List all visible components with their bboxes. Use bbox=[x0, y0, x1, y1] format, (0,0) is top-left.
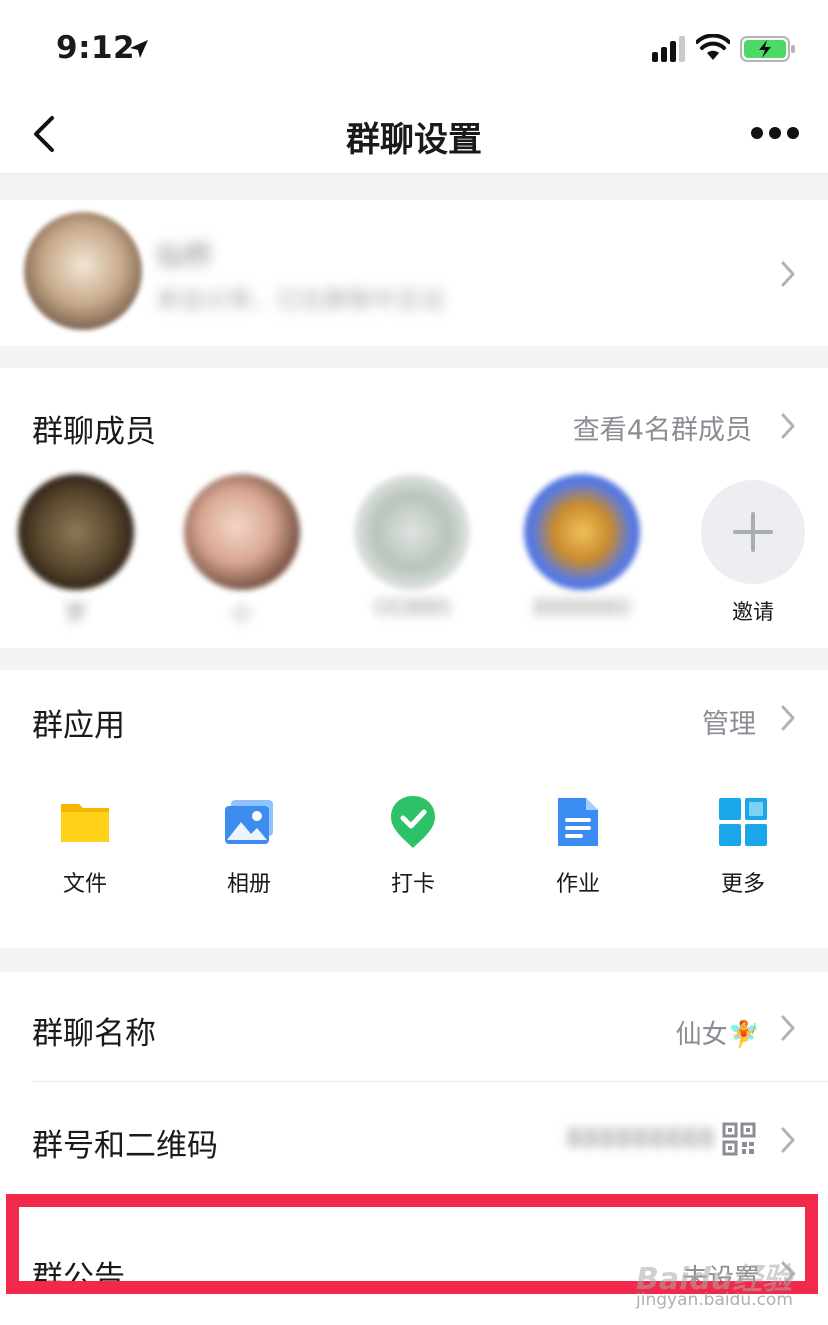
members-title: 群聊成员 bbox=[32, 414, 156, 450]
app-file[interactable]: 文件 bbox=[30, 794, 140, 898]
group-name-row[interactable]: 群聊名称 仙女🧚 bbox=[0, 972, 828, 1082]
cellular-signal-icon bbox=[652, 36, 685, 62]
location-arrow-icon bbox=[130, 40, 148, 58]
app-label: 文件 bbox=[62, 872, 107, 897]
check-in-icon bbox=[391, 796, 435, 848]
manage-apps-link[interactable]: 管理 bbox=[702, 702, 756, 741]
chevron-right-icon bbox=[781, 261, 795, 287]
group-avatar bbox=[24, 212, 142, 330]
app-album[interactable]: 相册 bbox=[194, 794, 304, 898]
more-apps-icon bbox=[719, 798, 767, 846]
apps-title: 群应用 bbox=[32, 708, 125, 744]
member-name: 梦 bbox=[64, 602, 87, 624]
chevron-right-icon bbox=[781, 1127, 795, 1153]
member-item[interactable]: 梦 bbox=[16, 474, 136, 624]
group-name-label: 群聊名称 bbox=[32, 1016, 156, 1052]
chevron-right-icon[interactable] bbox=[780, 412, 796, 440]
member-avatar bbox=[184, 474, 300, 590]
page-title: 群聊设置 bbox=[346, 120, 482, 160]
watermark-url: jingyan.baidu.com bbox=[636, 1290, 793, 1310]
member-avatar bbox=[18, 474, 134, 590]
app-label: 更多 bbox=[720, 872, 765, 897]
view-members-link[interactable]: 查看4名群成员 bbox=[573, 408, 752, 447]
photo-album-icon bbox=[225, 800, 273, 844]
member-item[interactable]: OO880 bbox=[352, 474, 472, 624]
status-time: 9:12 bbox=[56, 30, 136, 66]
app-homework[interactable]: 作业 bbox=[523, 794, 633, 898]
folder-icon bbox=[61, 804, 109, 842]
nav-bar: 群聊设置 bbox=[0, 98, 828, 174]
member-name: 8888880 bbox=[533, 596, 631, 621]
chevron-right-icon[interactable] bbox=[780, 704, 796, 732]
app-label: 相册 bbox=[226, 872, 271, 897]
group-id-label: 群号和二维码 bbox=[32, 1128, 218, 1164]
add-icon bbox=[701, 480, 805, 584]
qr-code-icon bbox=[722, 1122, 756, 1156]
app-more[interactable]: 更多 bbox=[688, 794, 798, 898]
member-name: OO880 bbox=[373, 596, 451, 621]
chevron-right-icon bbox=[781, 1015, 795, 1041]
status-bar: 9:12 bbox=[0, 0, 828, 98]
member-name: 小 bbox=[230, 602, 253, 624]
group-name-value: 仙女🧚 bbox=[675, 1020, 760, 1050]
divider bbox=[32, 1081, 828, 1082]
wifi-icon bbox=[696, 34, 730, 60]
group-profile-description: 来自分享，已在群聊中互动 bbox=[156, 286, 444, 310]
group-profile-card[interactable]: 仙桥 来自分享，已在群聊中互动 bbox=[0, 200, 828, 346]
member-item[interactable]: 小 bbox=[182, 474, 302, 624]
group-profile-name: 仙桥 bbox=[156, 239, 213, 272]
more-options-icon[interactable] bbox=[750, 120, 800, 146]
member-item[interactable]: 8888880 bbox=[522, 474, 642, 624]
battery-charging-icon bbox=[740, 36, 795, 62]
invite-label: 邀请 bbox=[732, 600, 774, 624]
app-label: 作业 bbox=[555, 872, 600, 897]
invite-member-button[interactable]: 邀请 bbox=[700, 480, 806, 626]
group-apps-section: 群应用 管理 文件 相册 打卡 作业 更多 bbox=[0, 670, 828, 948]
homework-icon bbox=[558, 798, 598, 846]
app-check-in[interactable]: 打卡 bbox=[358, 794, 468, 898]
member-avatar bbox=[354, 474, 470, 590]
group-id-qrcode-row[interactable]: 群号和二维码 888888888 bbox=[0, 1084, 828, 1194]
app-label: 打卡 bbox=[390, 872, 435, 897]
group-members-section: 群聊成员 查看4名群成员 梦 小 OO880 8888880 邀请 bbox=[0, 368, 828, 648]
group-id-value: 888888888 bbox=[566, 1124, 715, 1154]
member-avatar bbox=[524, 474, 640, 590]
